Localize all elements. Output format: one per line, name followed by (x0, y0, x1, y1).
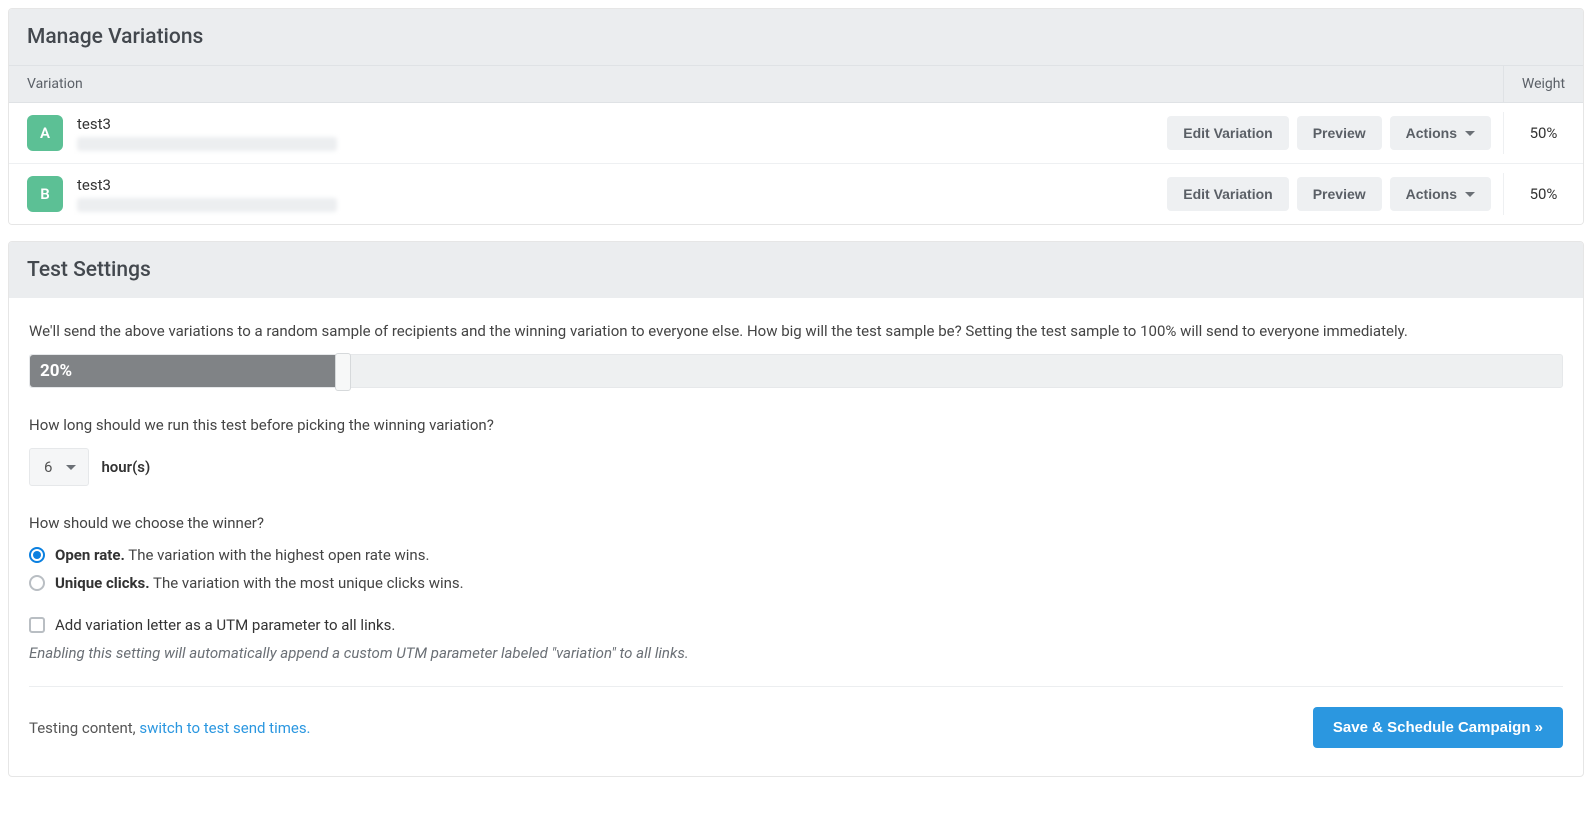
edit-variation-button[interactable]: Edit Variation (1167, 177, 1288, 211)
slider-track: 20% (29, 354, 1563, 388)
sample-size-description: We'll send the above variations to a ran… (29, 322, 1563, 340)
variations-table-header: Variation Weight (9, 65, 1583, 103)
variation-cell: A test3 (9, 103, 1167, 163)
utm-checkbox[interactable]: Add variation letter as a UTM parameter … (29, 616, 1563, 634)
actions-button-label: Actions (1406, 125, 1457, 141)
column-header-variation: Variation (9, 66, 1503, 102)
caret-down-icon (1465, 192, 1475, 197)
slider-fill: 20% (30, 355, 336, 387)
variation-name: test3 (77, 176, 337, 194)
preview-button[interactable]: Preview (1297, 177, 1382, 211)
variation-weight: 50% (1503, 112, 1583, 154)
option-desc: The variation with the highest open rate… (125, 546, 430, 564)
preview-button[interactable]: Preview (1297, 116, 1382, 150)
test-settings-body: We'll send the above variations to a ran… (9, 298, 1583, 776)
sample-size-slider[interactable]: 20% (29, 354, 1563, 388)
settings-footer: Testing content, switch to test send tim… (29, 707, 1563, 748)
slider-handle[interactable] (335, 353, 351, 391)
checkbox-icon (29, 617, 45, 633)
variation-row: A test3 Edit Variation Preview Actions 5… (9, 103, 1583, 164)
radio-icon (29, 575, 45, 591)
variation-name: test3 (77, 115, 337, 133)
variation-subtext-blurred (77, 198, 337, 212)
variation-text: test3 (77, 115, 337, 151)
caret-down-icon (1465, 131, 1475, 136)
switch-test-mode-link[interactable]: switch to test send times. (139, 719, 310, 737)
footer-text: Testing content, switch to test send tim… (29, 719, 311, 737)
duration-unit: hour(s) (101, 458, 150, 476)
variation-cell: B test3 (9, 164, 1167, 224)
option-label: Unique clicks. (55, 574, 150, 592)
duration-select[interactable]: 6 (29, 448, 89, 486)
actions-dropdown-button[interactable]: Actions (1390, 177, 1491, 211)
actions-dropdown-button[interactable]: Actions (1390, 116, 1491, 150)
utm-checkbox-label: Add variation letter as a UTM parameter … (55, 616, 395, 634)
variation-weight: 50% (1503, 173, 1583, 215)
test-settings-panel: Test Settings We'll send the above varia… (8, 241, 1584, 777)
variation-letter-badge: A (27, 115, 63, 151)
column-header-weight: Weight (1503, 66, 1583, 102)
variation-actions: Edit Variation Preview Actions (1167, 177, 1503, 211)
utm-helper-text: Enabling this setting will automatically… (29, 644, 1563, 662)
winner-option-unique-clicks[interactable]: Unique clicks. The variation with the mo… (29, 574, 1563, 592)
divider (29, 686, 1563, 687)
option-desc: The variation with the most unique click… (150, 574, 464, 592)
winner-description: How should we choose the winner? (29, 514, 1563, 532)
duration-row: 6 hour(s) (29, 448, 1563, 486)
manage-variations-title: Manage Variations (9, 9, 1583, 65)
variation-actions: Edit Variation Preview Actions (1167, 116, 1503, 150)
winner-option-open-rate[interactable]: Open rate. The variation with the highes… (29, 546, 1563, 564)
actions-button-label: Actions (1406, 186, 1457, 202)
radio-icon (29, 547, 45, 563)
option-text: Unique clicks. The variation with the mo… (55, 574, 464, 592)
option-label: Open rate. (55, 546, 125, 564)
variation-text: test3 (77, 176, 337, 212)
duration-value: 6 (44, 458, 52, 476)
manage-variations-panel: Manage Variations Variation Weight A tes… (8, 8, 1584, 225)
variation-row: B test3 Edit Variation Preview Actions 5… (9, 164, 1583, 224)
caret-down-icon (66, 465, 76, 470)
duration-description: How long should we run this test before … (29, 416, 1563, 434)
variation-letter-badge: B (27, 176, 63, 212)
edit-variation-button[interactable]: Edit Variation (1167, 116, 1288, 150)
option-text: Open rate. The variation with the highes… (55, 546, 429, 564)
variation-subtext-blurred (77, 137, 337, 151)
slider-value-label: 20% (40, 361, 72, 381)
save-schedule-button[interactable]: Save & Schedule Campaign » (1313, 707, 1563, 748)
test-settings-title: Test Settings (9, 242, 1583, 298)
footer-prefix: Testing content, (29, 719, 139, 737)
